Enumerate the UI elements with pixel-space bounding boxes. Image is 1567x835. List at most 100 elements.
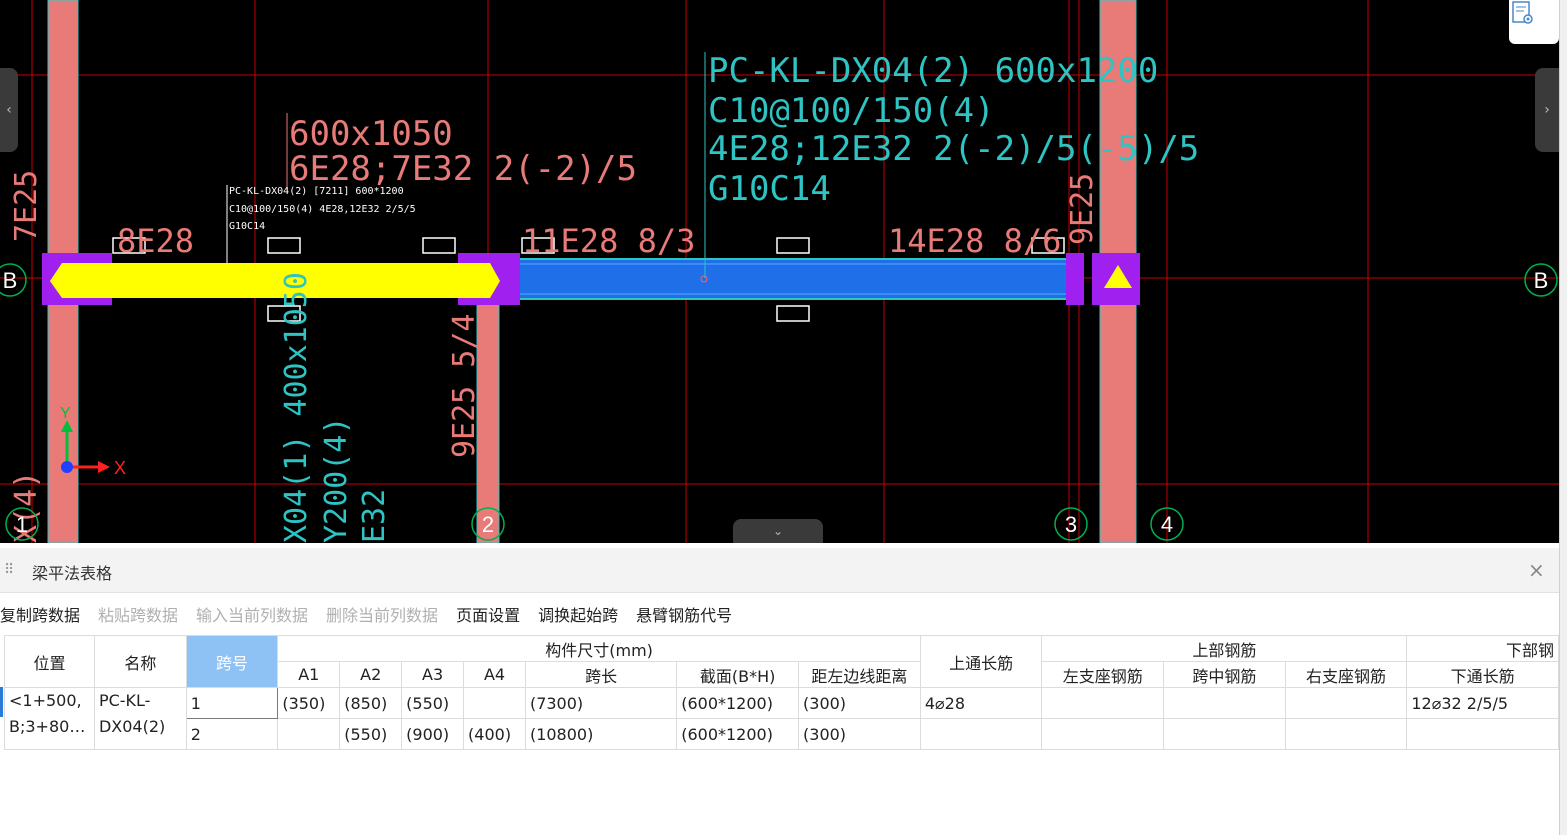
vertical-label: Y200(4) (319, 417, 354, 543)
span-cell[interactable]: 2 (185, 718, 279, 750)
span-length-cell[interactable]: (7300) (524, 687, 678, 719)
bottom-collapse-tab[interactable]: ⌄ (733, 519, 823, 543)
axis-x-label: X (114, 458, 126, 478)
delete-column-button[interactable]: 删除当前列数据 (326, 602, 438, 626)
drag-handle-icon[interactable]: ⠿ (4, 561, 14, 579)
col-header-dist-left[interactable]: 距左边线距离 (798, 661, 921, 688)
a1-cell[interactable]: (350) (277, 687, 341, 719)
col-header-span-length[interactable]: 跨长 (524, 661, 678, 688)
dist-left-cell[interactable]: (300) (798, 687, 921, 719)
bottom-through-cell[interactable]: 12⌀32 2/5/5 (1406, 687, 1559, 719)
panel-title: 梁平法表格 (32, 564, 113, 583)
rebar-label: 8E28 (117, 222, 194, 260)
col-header-span-no[interactable]: 跨号 (185, 635, 279, 688)
left-support-cell[interactable] (1041, 718, 1165, 750)
rebar-label: 14E28 8/6 (888, 222, 1061, 260)
top-through-cell[interactable]: 4⌀28 (919, 687, 1043, 719)
swap-start-span-button[interactable]: 调换起始跨 (538, 602, 618, 626)
page-setup-button[interactable]: 页面设置 (456, 602, 520, 626)
col-group-top-rebar: 上部钢筋 (1041, 635, 1408, 662)
right-scroll-strip[interactable] (1559, 0, 1567, 835)
input-column-button[interactable]: 输入当前列数据 (196, 602, 308, 626)
col-header-a4[interactable]: A4 (463, 661, 526, 688)
beam-table: 位置 名称 跨号 构件尺寸(mm) 上通长筋 上部钢筋 下部钢 A1 A2 A3… (4, 635, 1559, 750)
span-cell[interactable]: 1 (185, 687, 279, 719)
panel-toolbar: 复制跨数据 粘贴跨数据 输入当前列数据 删除当前列数据 页面设置 调换起始跨 悬… (0, 598, 750, 630)
document-view-icon (1512, 1, 1533, 24)
beam-small-label: PC-KL-DX04(2) [7211] 600*1200 C10@100/15… (229, 186, 416, 232)
axis-bubble-label: 2 (482, 512, 494, 537)
a3-cell[interactable]: (900) (401, 718, 465, 750)
beam-label-line: PC-KL-DX04(2) 600x1200 (708, 51, 1158, 91)
beam-label-line: 6E28;7E32 2(-2)/5 (289, 149, 637, 189)
section-cell[interactable]: (600*1200) (676, 718, 800, 750)
beam-label-secondary: 600x1050 6E28;7E32 2(-2)/5 (289, 114, 637, 189)
chevron-down-icon: ⌄ (772, 524, 784, 538)
col-header-top-through[interactable]: 上通长筋 (919, 635, 1043, 688)
cantilever-code-button[interactable]: 悬臂钢筋代号 (636, 602, 732, 626)
col-header-right-support[interactable]: 右支座钢筋 (1284, 661, 1408, 688)
col-header-bottom-through[interactable]: 下通长筋 (1406, 661, 1559, 688)
col-header-name[interactable]: 名称 (93, 635, 187, 688)
cad-canvas[interactable]: PC-KL-DX04(2) 600x1200 C10@100/150(4) 4E… (0, 0, 1559, 543)
top-through-cell[interactable] (919, 718, 1043, 750)
right-collapse-tab[interactable]: › (1535, 68, 1559, 152)
col-header-a2[interactable]: A2 (339, 661, 403, 688)
span-length-cell[interactable]: (10800) (524, 718, 678, 750)
vertical-label: E32 (357, 489, 392, 543)
col-header-position[interactable]: 位置 (4, 635, 95, 688)
name-line: PC-KL- (98, 691, 151, 710)
section-cell[interactable]: (600*1200) (676, 687, 800, 719)
position-cell[interactable]: <1+500, B;3+80… (4, 687, 95, 750)
vertical-label: 7E25 (9, 170, 44, 242)
properties-widget[interactable] (1509, 0, 1559, 44)
beam-label-line: 4E28;12E32 2(-2)/5(-5)/5 (708, 129, 1199, 169)
close-icon[interactable]: × (1528, 558, 1545, 582)
paste-span-button[interactable]: 粘贴跨数据 (98, 602, 178, 626)
a2-cell[interactable]: (550) (339, 718, 403, 750)
a3-cell[interactable]: (550) (401, 687, 465, 719)
col-header-left-support[interactable]: 左支座钢筋 (1041, 661, 1165, 688)
chevron-right-icon: › (1544, 102, 1550, 118)
table-row[interactable]: 2 (550) (900) (400) (10800) (600*1200) (… (5, 718, 1559, 750)
vertical-label: 9E25 5/4 (447, 314, 482, 459)
vertical-label: X04(1) 400x1050 (279, 272, 314, 543)
position-line: <1+500, (9, 691, 82, 710)
col-header-a1[interactable]: A1 (277, 661, 341, 688)
a2-cell[interactable]: (850) (339, 687, 403, 719)
col-header-section[interactable]: 截面(B*H) (676, 661, 800, 688)
col-header-a3[interactable]: A3 (401, 661, 465, 688)
left-collapse-tab[interactable]: ‹ (0, 68, 18, 152)
copy-span-button[interactable]: 复制跨数据 (0, 602, 80, 626)
small-label-line: C10@100/150(4) 4E28,12E32 2/5/5 (229, 204, 416, 215)
col-header-mid-span[interactable]: 跨中钢筋 (1163, 661, 1286, 688)
table-row[interactable]: <1+500, B;3+80… PC-KL- DX04(2) 1 (350) (… (4, 687, 1559, 750)
beam-normal (514, 258, 1072, 300)
mid-span-cell[interactable] (1163, 718, 1286, 750)
vertical-label: 9E25 (1065, 173, 1100, 245)
beam-label-line: G10C14 (708, 169, 831, 209)
a4-cell[interactable]: (400) (463, 718, 526, 750)
col-group-bottom-rebar: 下部钢 (1406, 635, 1559, 662)
axis-bubble-label: 4 (1161, 512, 1173, 537)
small-label-line: PC-KL-DX04(2) [7211] 600*1200 (229, 186, 404, 197)
beam-label-line: 600x1050 (289, 114, 453, 154)
a1-cell[interactable] (277, 718, 341, 750)
beam-table-panel: ⠿ 梁平法表格 × 复制跨数据 粘贴跨数据 输入当前列数据 删除当前列数据 页面… (0, 548, 1559, 835)
panel-header[interactable]: ⠿ 梁平法表格 × (0, 548, 1559, 593)
axis-bubble-label: B (3, 268, 18, 293)
bottom-through-cell[interactable] (1406, 718, 1559, 750)
left-support-cell[interactable] (1041, 687, 1165, 719)
a4-cell[interactable] (463, 687, 526, 719)
right-support-cell[interactable] (1284, 718, 1408, 750)
axis-bubble-label: 1 (16, 512, 28, 537)
row-selection-marker (0, 687, 3, 717)
cad-drawing[interactable]: PC-KL-DX04(2) 600x1200 C10@100/150(4) 4E… (0, 0, 1559, 543)
beam-selected (50, 263, 500, 298)
right-support-cell[interactable] (1284, 687, 1408, 719)
name-cell[interactable]: PC-KL- DX04(2) (93, 687, 187, 750)
col-group-dimensions: 构件尺寸(mm) (277, 635, 921, 662)
dist-left-cell[interactable]: (300) (798, 718, 921, 750)
mid-span-cell[interactable] (1163, 687, 1286, 719)
beam-label-line: C10@100/150(4) (708, 91, 995, 131)
